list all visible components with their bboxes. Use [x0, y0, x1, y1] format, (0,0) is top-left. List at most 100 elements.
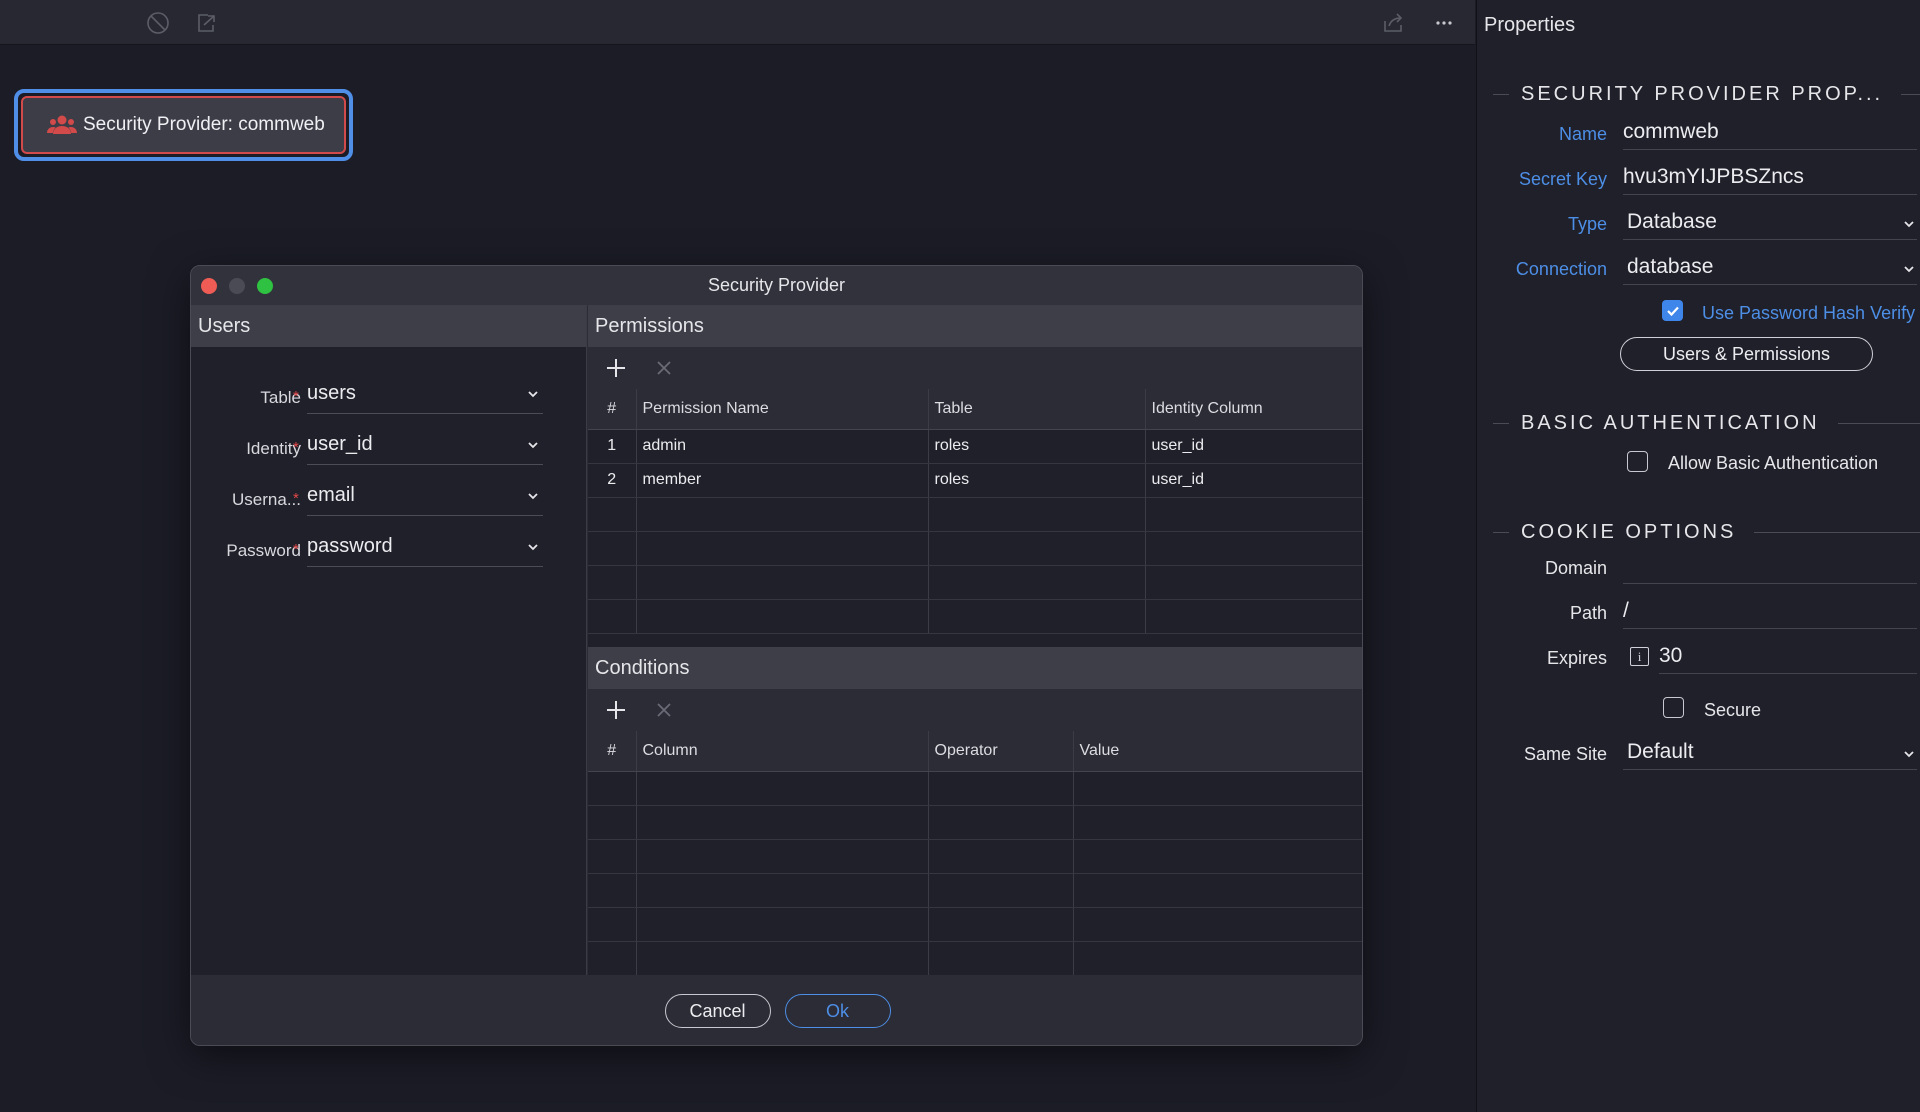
identity-select[interactable]: user_id	[307, 425, 543, 465]
column-header[interactable]: #	[588, 389, 637, 430]
table-cell[interactable]: roles	[928, 429, 1146, 464]
basic-auth-group[interactable]: BASIC AUTHENTICATION	[1477, 411, 1920, 435]
password-select[interactable]: password	[307, 527, 543, 567]
node-label: Security Provider: commweb	[83, 114, 325, 135]
dialog-titlebar[interactable]: Security Provider	[191, 266, 1362, 305]
minimize-window-button[interactable]	[229, 278, 245, 294]
group-title: SECURITY PROVIDER PROP...	[1521, 82, 1884, 105]
path-label: Path	[1569, 603, 1607, 623]
expires-field[interactable]: 30	[1659, 638, 1917, 674]
empty-row[interactable]	[588, 565, 1362, 600]
empty-row[interactable]	[588, 907, 1362, 942]
table-cell[interactable]: roles	[928, 463, 1146, 498]
allow-basic-auth-checkbox[interactable]	[1627, 451, 1648, 472]
delete-permission-icon[interactable]	[654, 358, 674, 378]
same-site-row: Same Site Default	[1477, 734, 1920, 770]
cookie-options-group[interactable]: COOKIE OPTIONS	[1477, 520, 1920, 544]
username-select[interactable]: email	[307, 476, 543, 516]
security-provider-dialog: Security Provider Users Table * users Id…	[190, 265, 1363, 1046]
table-select[interactable]: users	[307, 374, 543, 414]
column-header[interactable]: #	[588, 731, 637, 772]
security-provider-group[interactable]: SECURITY PROVIDER PROP...	[1477, 82, 1920, 106]
empty-row[interactable]	[588, 873, 1362, 908]
password-value: password	[307, 535, 393, 557]
empty-row[interactable]	[588, 497, 1362, 532]
secret-key-row: Secret Key hvu3mYIJPBSZncs	[1477, 159, 1920, 195]
row-number: 1	[588, 429, 637, 464]
required-mark: *	[293, 439, 299, 456]
permissions-pane: Permissions # Permission Name Table Iden…	[588, 305, 1362, 647]
password-label: Password	[226, 541, 301, 560]
identity-cell[interactable]: user_id	[1145, 429, 1362, 464]
empty-row[interactable]	[588, 771, 1362, 806]
cancel-button[interactable]: Cancel	[664, 994, 771, 1028]
empty-row[interactable]	[588, 805, 1362, 840]
identity-cell[interactable]: user_id	[1145, 463, 1362, 498]
same-site-select[interactable]: Default	[1623, 734, 1917, 770]
disable-icon[interactable]	[145, 10, 171, 36]
info-icon[interactable]: i	[1630, 647, 1649, 666]
more-options-icon[interactable]	[1431, 10, 1457, 36]
column-header[interactable]: Permission Name	[636, 389, 929, 430]
connection-select[interactable]: database	[1623, 249, 1917, 285]
domain-row: Domain	[1477, 548, 1920, 584]
chevron-down-icon	[528, 391, 538, 398]
properties-panel: Properties SECURITY PROVIDER PROP... Nam…	[1476, 0, 1920, 1112]
name-row: Name commweb	[1477, 114, 1920, 150]
required-mark: *	[293, 541, 299, 558]
name-field[interactable]: commweb	[1623, 114, 1917, 150]
password-hash-label[interactable]: Use Password Hash Verify	[1702, 303, 1915, 324]
node-body[interactable]: Security Provider: commweb	[21, 96, 346, 154]
column-header[interactable]: Operator	[928, 731, 1074, 772]
empty-row[interactable]	[588, 531, 1362, 566]
username-row: Userna... * email	[191, 476, 587, 516]
top-toolbar	[0, 0, 1475, 45]
empty-row[interactable]	[588, 599, 1362, 634]
column-header[interactable]: Table	[928, 389, 1146, 430]
permissions-header: Permissions	[588, 305, 1362, 347]
export-icon[interactable]	[193, 10, 219, 36]
secret-key-field[interactable]: hvu3mYIJPBSZncs	[1623, 159, 1917, 195]
security-provider-node[interactable]: Security Provider: commweb	[14, 89, 353, 161]
path-field[interactable]: /	[1623, 593, 1917, 629]
share-icon[interactable]	[1380, 10, 1406, 36]
path-row: Path /	[1477, 593, 1920, 629]
chevron-down-icon	[1904, 221, 1914, 228]
maximize-window-button[interactable]	[257, 278, 273, 294]
column-header[interactable]: Value	[1073, 731, 1362, 772]
ok-button[interactable]: Ok	[784, 994, 891, 1028]
type-label: Type	[1567, 214, 1607, 234]
permissions-table: # Permission Name Table Identity Column …	[588, 389, 1362, 634]
password-hash-checkbox[interactable]	[1662, 300, 1683, 321]
conditions-table: # Column Operator Value	[588, 731, 1362, 976]
add-permission-icon[interactable]	[604, 356, 628, 380]
table-row[interactable]: 2 member roles user_id	[588, 463, 1362, 498]
properties-title: Properties	[1484, 13, 1576, 36]
identity-row: Identity * user_id	[191, 425, 587, 465]
empty-row[interactable]	[588, 839, 1362, 874]
close-window-button[interactable]	[201, 278, 217, 294]
username-label: Userna...	[232, 490, 301, 509]
add-condition-icon[interactable]	[604, 698, 628, 722]
domain-field[interactable]	[1623, 548, 1917, 584]
conditions-header: Conditions	[588, 647, 1362, 689]
chevron-down-icon	[528, 493, 538, 500]
type-select[interactable]: Database	[1623, 204, 1917, 240]
expires-label: Expires	[1546, 648, 1607, 668]
column-header[interactable]: Identity Column	[1145, 389, 1362, 430]
table-row[interactable]: 1 admin roles user_id	[588, 429, 1362, 464]
column-header[interactable]: Column	[636, 731, 929, 772]
users-pane: Users Table * users Identity * user_id U…	[191, 305, 587, 975]
secure-label[interactable]: Secure	[1704, 700, 1761, 721]
delete-condition-icon[interactable]	[654, 700, 674, 720]
secure-checkbox[interactable]	[1663, 697, 1684, 718]
allow-basic-auth-label[interactable]: Allow Basic Authentication	[1668, 453, 1878, 474]
connection-row: Connection database	[1477, 249, 1920, 285]
conditions-toolbar	[588, 689, 1362, 731]
permission-name-cell[interactable]: member	[636, 463, 929, 498]
username-value: email	[307, 484, 355, 506]
empty-row[interactable]	[588, 941, 1362, 976]
domain-label: Domain	[1544, 558, 1607, 578]
users-permissions-button[interactable]: Users & Permissions	[1620, 337, 1873, 371]
permission-name-cell[interactable]: admin	[636, 429, 929, 464]
